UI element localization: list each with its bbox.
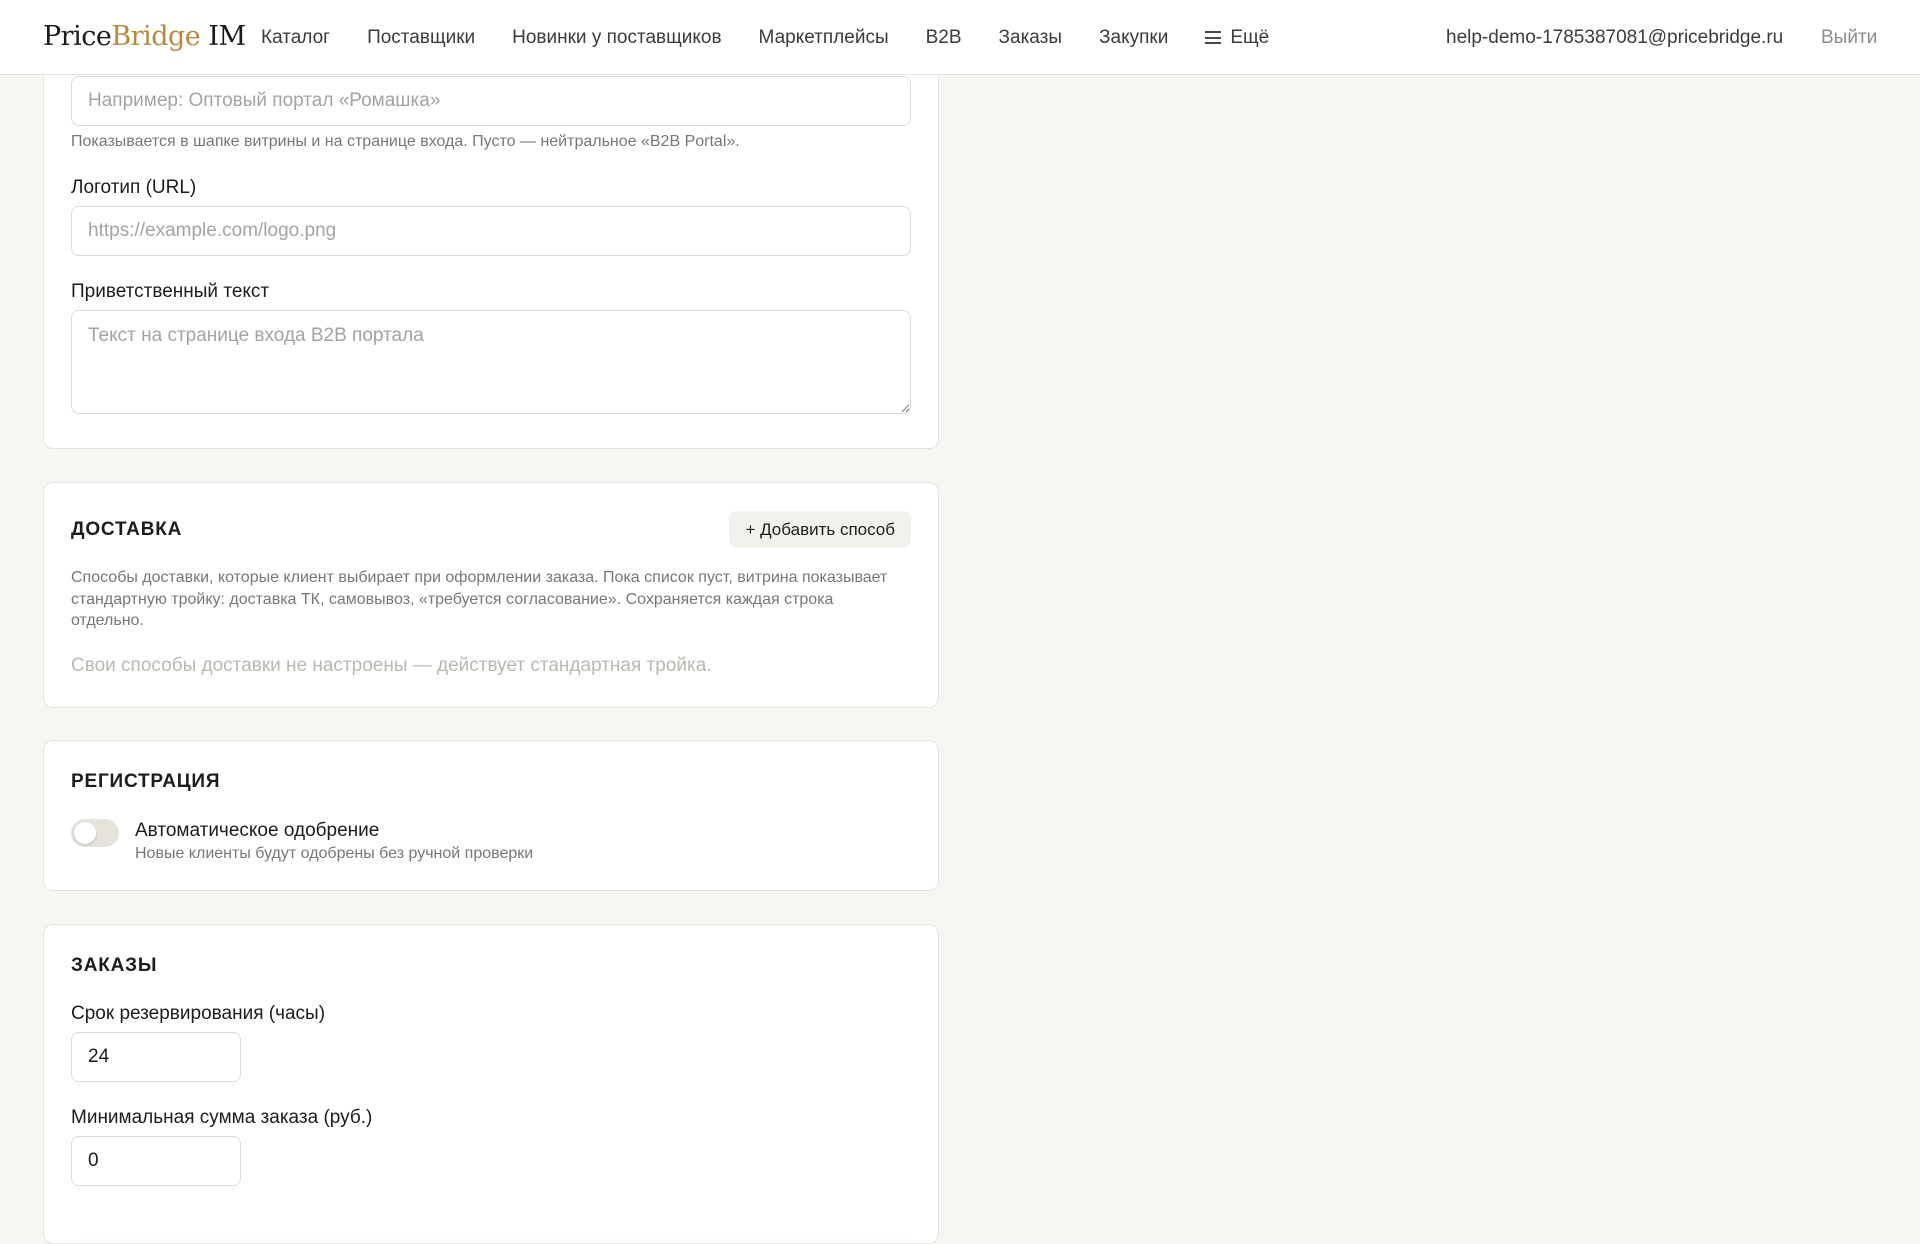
nav-item-b2b[interactable]: B2B [926, 27, 962, 49]
nav-item-supplier-news[interactable]: Новинки у поставщиков [512, 27, 721, 49]
nav-item-orders[interactable]: Заказы [999, 27, 1063, 49]
logo-url-input[interactable] [71, 206, 911, 256]
pricebridge-logo[interactable]: PriceBridge IM [43, 18, 246, 56]
auto-approve-label: Автоматическое одобрение [135, 820, 380, 841]
registration-section-title: РЕГИСТРАЦИЯ [71, 771, 221, 792]
logo-text-price: Price [43, 21, 112, 52]
logo-text-im: IM [200, 21, 246, 52]
orders-card: ЗАКАЗЫ Срок резервирования (часы) Минима… [43, 924, 939, 1244]
delivery-card: ДОСТАВКА + Добавить способ Способы доста… [43, 482, 939, 708]
user-email[interactable]: help-demo-1785387081@pricebridge.ru [1446, 0, 1783, 75]
min-order-sum-input[interactable] [71, 1136, 241, 1186]
auto-approve-toggle[interactable] [71, 819, 119, 847]
logo-url-label: Логотип (URL) [71, 177, 197, 198]
nav-more-label: Ещё [1230, 26, 1270, 48]
delivery-section-title: ДОСТАВКА [71, 519, 183, 540]
add-delivery-method-button[interactable]: + Добавить способ [729, 511, 911, 548]
top-navigation-bar: PriceBridge IM Каталог Поставщики Новинк… [0, 0, 1920, 75]
welcome-text-label: Приветственный текст [71, 281, 270, 302]
portal-name-hint: Показывается в шапке витрины и на страни… [71, 133, 740, 150]
auto-approve-hint: Новые клиенты будут одобрены без ручной … [135, 845, 534, 862]
logout-link[interactable]: Выйти [1821, 0, 1877, 75]
nav-item-purchases[interactable]: Закупки [1099, 27, 1168, 49]
delivery-description: Способы доставки, которые клиент выбирае… [71, 569, 888, 629]
nav-item-suppliers[interactable]: Поставщики [367, 27, 475, 49]
logo-text-bridge: Bridge [111, 21, 201, 52]
hamburger-icon [1205, 31, 1222, 44]
nav-item-marketplaces[interactable]: Маркетплейсы [759, 27, 889, 49]
min-order-sum-label: Минимальная сумма заказа (руб.) [71, 1107, 373, 1128]
portal-name-input[interactable] [71, 76, 911, 126]
main-nav: Каталог Поставщики Новинки у поставщиков… [261, 0, 1306, 75]
orders-section-title: ЗАКАЗЫ [71, 955, 158, 976]
delivery-empty-state: Свои способы доставки не настроены — дей… [71, 655, 712, 676]
branding-card: Показывается в шапке витрины и на страни… [43, 40, 939, 449]
toggle-knob [74, 822, 96, 844]
welcome-text-textarea[interactable] [71, 310, 911, 414]
reserve-hours-label: Срок резервирования (часы) [71, 1003, 326, 1024]
registration-card: РЕГИСТРАЦИЯ Автоматическое одобрение Нов… [43, 740, 939, 891]
nav-item-catalog[interactable]: Каталог [261, 27, 330, 49]
nav-item-more[interactable]: Ещё [1205, 27, 1269, 49]
reserve-hours-input[interactable] [71, 1032, 241, 1082]
